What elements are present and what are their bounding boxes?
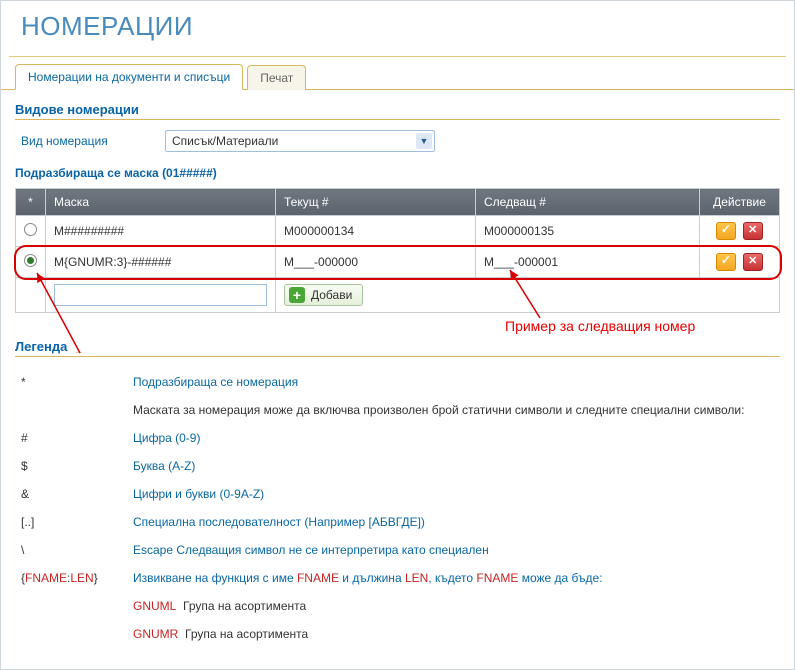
legend-title: Легенда _: [15, 339, 780, 357]
col-mask: Маска: [46, 189, 276, 216]
tabs: Номерации на документи и списъци Печат: [1, 63, 794, 90]
legend-desc: Извикване на функция с име FNAME и дължи…: [129, 565, 778, 591]
cell-mask: M#########: [46, 216, 276, 247]
table-row: M######### M000000134 M000000135: [16, 216, 780, 247]
page-title: НОМЕРАЦИИ: [1, 1, 794, 56]
type-label: Вид номерация: [15, 134, 145, 148]
col-action: Действие: [700, 189, 780, 216]
type-select[interactable]: Списък/Материали ▼: [165, 130, 435, 152]
col-star: *: [16, 189, 46, 216]
tab-print[interactable]: Печат: [247, 65, 306, 90]
tab-numerations[interactable]: Номерации на документи и списъци: [15, 64, 243, 90]
legend-sym: &: [17, 481, 127, 507]
legend-func-desc: Група на асортимента: [183, 599, 306, 613]
top-rule: [9, 56, 786, 57]
legend-desc: Цифра (0-9): [129, 425, 778, 451]
collapse-icon[interactable]: _: [75, 342, 81, 354]
table-header-row: * Маска Текущ # Следващ # Действие: [16, 189, 780, 216]
add-button[interactable]: + Добави: [284, 284, 363, 306]
legend-func-name: GNUMR: [133, 627, 178, 641]
legend-desc: Подразбираща се номерация: [129, 369, 778, 395]
row-radio[interactable]: [24, 223, 37, 236]
legend-sym: {FNAME:LEN}: [17, 565, 127, 591]
mask-input[interactable]: [54, 284, 267, 306]
cell-current: M___-000000: [276, 247, 476, 278]
legend-title-label: Легенда: [15, 339, 67, 354]
legend-func-name: GNUML: [133, 599, 176, 613]
legend-sym: *: [17, 369, 127, 395]
plus-icon: +: [289, 287, 305, 303]
type-select-value: Списък/Материали: [172, 134, 278, 148]
legend-sym: $: [17, 453, 127, 479]
annotation-text: Пример за следващия номер: [505, 318, 695, 334]
apply-icon[interactable]: [716, 253, 736, 271]
legend-sym: #: [17, 425, 127, 451]
cell-current: M000000134: [276, 216, 476, 247]
chevron-down-icon: ▼: [416, 133, 432, 149]
masks-table: * Маска Текущ # Следващ # Действие M####…: [15, 188, 780, 313]
legend-table: * Подразбираща се номерация Маската за н…: [15, 367, 780, 649]
table-add-row: + Добави: [16, 278, 780, 313]
cell-next: M000000135: [476, 216, 700, 247]
legend-sym: [..]: [17, 509, 127, 535]
mask-subtitle: Подразбираща се маска (01#####): [15, 166, 780, 180]
legend-desc: Цифри и букви (0-9A-Z): [129, 481, 778, 507]
legend-sym: \: [17, 537, 127, 563]
section-types-title: Видове номерации: [15, 102, 780, 120]
delete-icon[interactable]: [743, 253, 763, 271]
legend-func-desc: Група на асортимента: [185, 627, 308, 641]
col-next: Следващ #: [476, 189, 700, 216]
cell-next: M___-000001: [476, 247, 700, 278]
row-radio[interactable]: [24, 254, 37, 267]
table-row: M{GNUMR:3}-###### M___-000000 M___-00000…: [16, 247, 780, 278]
legend-desc: Escape Следващия символ не се интерпрети…: [129, 537, 778, 563]
legend-desc: Маската за номерация може да включва про…: [129, 397, 778, 423]
add-button-label: Добави: [311, 288, 352, 302]
delete-icon[interactable]: [743, 222, 763, 240]
legend-desc: Специална последователност (Например [АБ…: [129, 509, 778, 535]
col-current: Текущ #: [276, 189, 476, 216]
cell-mask: M{GNUMR:3}-######: [46, 247, 276, 278]
apply-icon[interactable]: [716, 222, 736, 240]
legend-desc: Буква (A-Z): [129, 453, 778, 479]
